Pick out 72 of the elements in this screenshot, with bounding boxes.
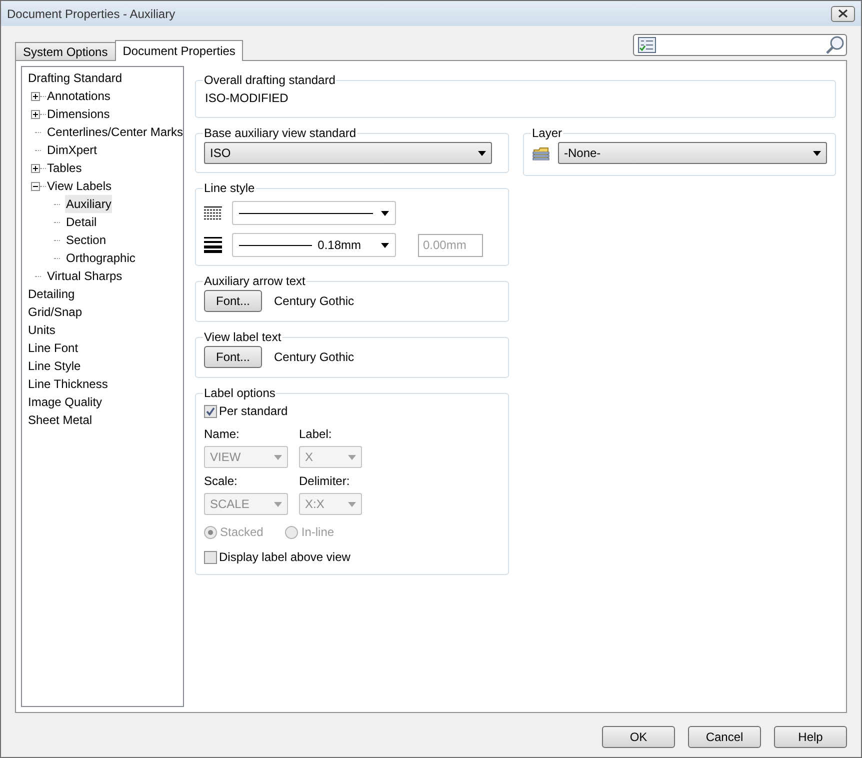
tree-item[interactable]: Detailing — [27, 285, 76, 303]
tree-item[interactable]: Orthographic — [65, 249, 136, 267]
group-title: Layer — [531, 125, 564, 142]
tree-item[interactable]: Auxiliary — [65, 195, 112, 213]
line-thickness-dropdown[interactable]: 0.18mm — [232, 233, 396, 257]
tree-item[interactable]: Sheet Metal — [27, 411, 94, 429]
font-button[interactable]: Font... — [204, 290, 262, 312]
dropdown-arrow-icon — [348, 454, 356, 460]
close-button[interactable] — [831, 6, 855, 22]
checkbox[interactable] — [204, 550, 217, 564]
dialog-button[interactable]: Help — [774, 726, 847, 748]
tree-item[interactable]: Line Style — [27, 357, 82, 375]
dropdown-arrow-icon — [381, 210, 389, 216]
radio-label: Stacked — [220, 524, 264, 541]
collapse-icon[interactable] — [31, 182, 40, 190]
tree-item[interactable]: Centerlines/Center Marks — [46, 123, 184, 141]
radio-label: In-line — [301, 524, 334, 541]
group-title: Label options — [203, 385, 276, 402]
field-label: Name: — [204, 426, 240, 443]
expand-icon[interactable] — [31, 92, 40, 100]
tree-item[interactable]: Line Thickness — [27, 375, 109, 393]
field-label: Label: — [299, 426, 333, 443]
tab[interactable]: Document Properties — [114, 40, 244, 61]
line-style-icon — [204, 206, 222, 220]
tree-item[interactable]: Tables — [46, 159, 83, 177]
checklist-icon — [638, 37, 656, 53]
dropdown-arrow-icon — [478, 150, 486, 156]
dropdown-arrow-icon — [813, 150, 821, 156]
tree-item[interactable]: Dimensions — [46, 105, 111, 123]
layers-icon — [532, 145, 550, 161]
tree-item[interactable]: DimXpert — [46, 141, 98, 159]
expand-icon[interactable] — [31, 164, 40, 172]
dropdown-arrow-icon — [274, 454, 282, 460]
standard-value: ISO-MODIFIED — [204, 90, 290, 107]
search-icon[interactable] — [825, 35, 845, 55]
field-label: Scale: — [204, 473, 238, 490]
tree-item[interactable]: Detail — [65, 213, 98, 231]
line-thickness-icon — [204, 237, 222, 253]
expand-icon[interactable] — [31, 110, 40, 118]
tab[interactable]: System Options — [15, 42, 116, 60]
tree-item[interactable]: Line Font — [27, 339, 80, 357]
group-title: Overall drafting standard — [203, 72, 336, 89]
dialog-button[interactable]: OK — [602, 726, 675, 748]
dropdown[interactable]: -None- — [558, 142, 827, 164]
group-title: View label text — [203, 329, 282, 346]
tree-item[interactable]: Annotations — [46, 87, 112, 105]
window-title: Document Properties - Auxiliary — [7, 6, 176, 22]
field-label: Delimiter: — [299, 473, 351, 490]
dropdown-arrow-icon — [348, 502, 356, 506]
dropdown[interactable]: ISO — [204, 142, 492, 164]
dropdown-arrow-icon — [274, 502, 282, 506]
line-style-dropdown[interactable] — [232, 201, 396, 225]
checkbox[interactable] — [204, 404, 217, 418]
group-title: Line style — [203, 180, 256, 197]
dropdown-arrow-icon — [381, 242, 389, 248]
close-icon — [838, 9, 848, 18]
tree-item[interactable]: Grid/Snap — [27, 303, 84, 321]
tree-item[interactable]: View Labels — [46, 177, 112, 195]
group-title: Base auxiliary view standard — [203, 125, 358, 142]
checkbox-label: Per standard — [219, 403, 288, 420]
checkbox-label: Display label above view — [219, 549, 350, 566]
group-title: Auxiliary arrow text — [203, 273, 306, 290]
search-field[interactable] — [633, 34, 847, 56]
font-name: Century Gothic — [274, 293, 354, 310]
tree-item[interactable]: Drafting Standard — [27, 69, 124, 87]
font-button[interactable]: Font... — [204, 346, 262, 368]
tree-item[interactable]: Section — [65, 231, 108, 249]
dialog-button[interactable]: Cancel — [688, 726, 761, 748]
tree-item[interactable]: Virtual Sharps — [46, 267, 124, 285]
tree-item[interactable]: Image Quality — [27, 393, 104, 411]
tree-item[interactable]: Units — [27, 321, 56, 339]
font-name: Century Gothic — [274, 349, 354, 366]
